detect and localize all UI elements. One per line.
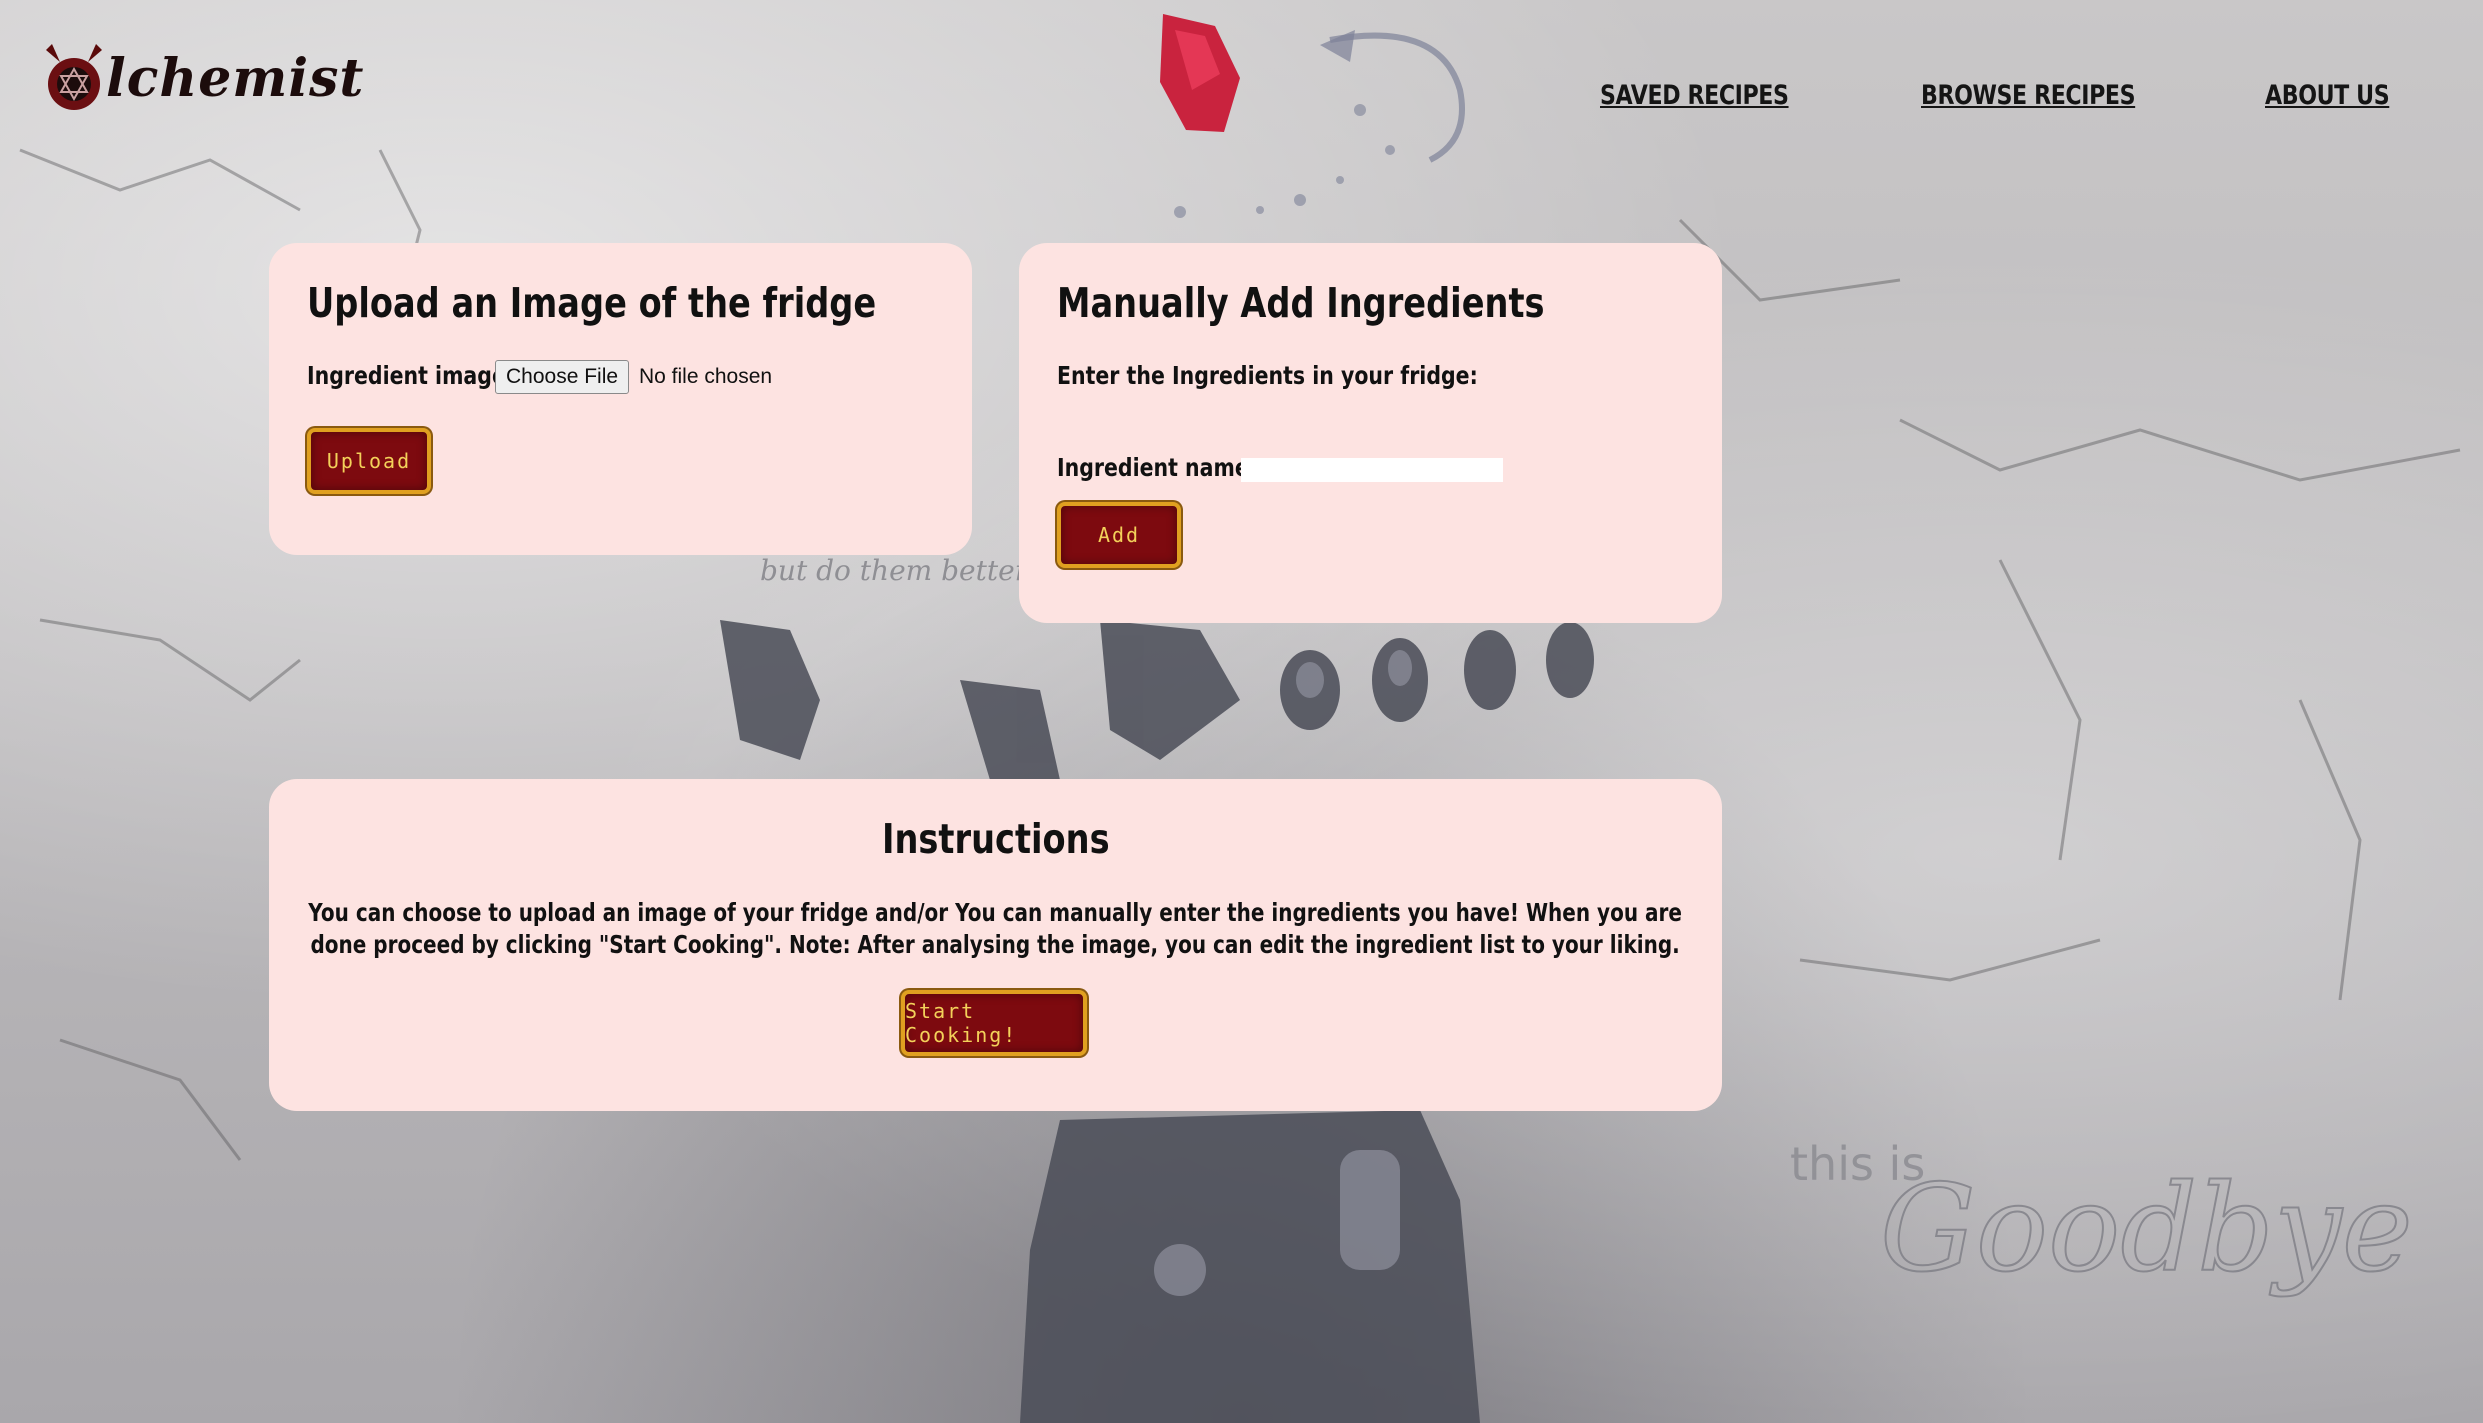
- red-stone-art: [1160, 14, 1240, 132]
- upload-button[interactable]: Upload: [307, 428, 431, 494]
- add-button[interactable]: Add: [1057, 502, 1181, 568]
- nav-browse-recipes[interactable]: BROWSE RECIPES: [1921, 80, 2136, 111]
- choose-file-button[interactable]: Choose File: [495, 360, 630, 394]
- background-artwork: but do them better this is Goodbye: [19, 14, 2461, 1423]
- start-cooking-button[interactable]: Start Cooking!: [901, 990, 1087, 1056]
- bg-text-line3: Goodbye: [1880, 1160, 2413, 1299]
- instructions-title: Instructions: [881, 815, 1110, 863]
- file-status-text: No file chosen: [639, 365, 773, 388]
- upload-card-title: Upload an Image of the fridge: [307, 279, 877, 327]
- ingredient-name-input[interactable]: [1241, 458, 1503, 482]
- upload-card: Upload an Image of the fridge Ingredient…: [269, 243, 972, 555]
- alchemy-emblem-icon: [46, 44, 102, 110]
- logo-text: lchemist: [106, 47, 365, 109]
- app-logo[interactable]: lchemist: [38, 38, 364, 118]
- ingredient-name-label: Ingredient name:: [1057, 453, 1257, 482]
- bg-text-line1: but do them better: [760, 554, 1030, 587]
- manual-card-title: Manually Add Ingredients: [1057, 279, 1545, 327]
- manual-ingredients-card: Manually Add Ingredients Enter the Ingre…: [1019, 243, 1722, 623]
- nav-saved-recipes[interactable]: SAVED RECIPES: [1600, 80, 1789, 111]
- nav-about-us[interactable]: ABOUT US: [2265, 80, 2390, 111]
- ingredients-prompt: Enter the Ingredients in your fridge:: [1057, 361, 1478, 390]
- instructions-text: You can choose to upload an image of you…: [308, 898, 1683, 959]
- ingredient-image-label: Ingredient image:: [307, 361, 515, 390]
- instructions-card: Instructions You can choose to upload an…: [269, 779, 1722, 1111]
